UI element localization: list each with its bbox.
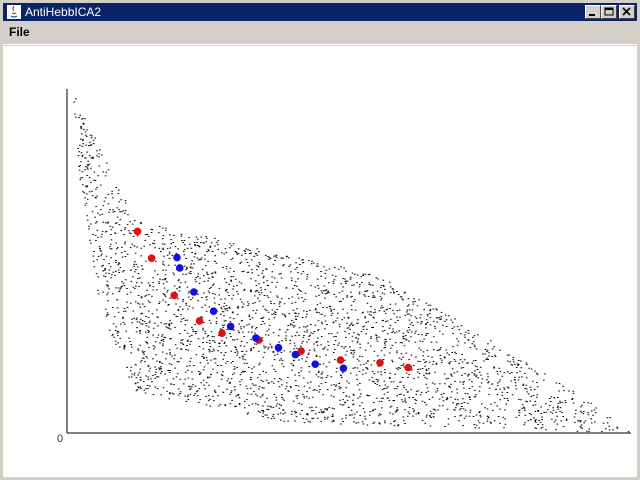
app-window: AntiHebbICA2 File 0 — [0, 0, 640, 480]
red-point — [376, 359, 384, 367]
maximize-icon — [604, 7, 614, 16]
blue-point — [226, 322, 235, 331]
java-app-icon — [7, 5, 21, 19]
red-point — [147, 254, 156, 262]
point-cloud — [73, 98, 630, 433]
blue-point — [190, 288, 198, 296]
title-bar[interactable]: AntiHebbICA2 — [3, 3, 637, 21]
close-button[interactable] — [619, 5, 635, 19]
red-point — [170, 291, 178, 300]
blue-point — [252, 334, 260, 342]
blue-point — [274, 343, 283, 352]
minimize-button[interactable] — [585, 5, 601, 19]
plot-canvas: 0 — [3, 46, 637, 477]
menu-file[interactable]: File — [9, 25, 30, 39]
blue-point — [339, 364, 348, 373]
menu-bar: File — [3, 22, 637, 42]
minimize-icon — [589, 14, 595, 16]
scatter-plot: 0 — [57, 89, 631, 445]
red-point — [195, 317, 204, 325]
origin-label: 0 — [57, 433, 63, 445]
close-icon — [622, 7, 631, 16]
blue-point — [173, 253, 181, 262]
blue-point — [311, 360, 320, 369]
red-point — [218, 329, 226, 338]
cloud-points — [73, 98, 630, 433]
highlighted-points — [133, 227, 413, 373]
maximize-button[interactable] — [601, 5, 617, 19]
blue-point — [291, 350, 300, 359]
red-point — [336, 356, 345, 364]
red-point — [404, 363, 413, 372]
blue-point — [176, 264, 184, 272]
blue-point — [209, 307, 218, 316]
menu-divider — [3, 44, 637, 45]
window-title: AntiHebbICA2 — [25, 5, 102, 19]
red-point — [133, 227, 142, 236]
